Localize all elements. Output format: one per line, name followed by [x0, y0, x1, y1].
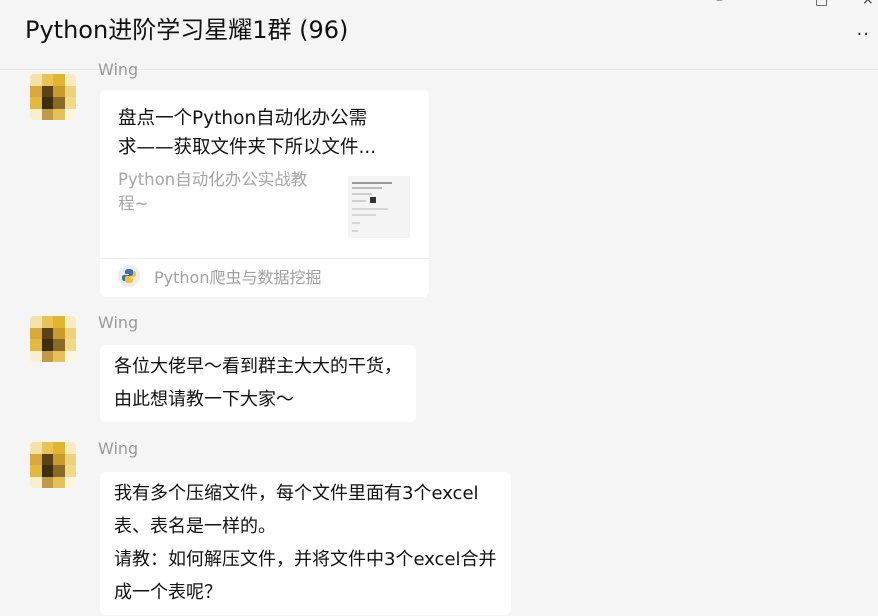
- message-text-line: 请教：如何解压文件，并将文件中3个excel合并: [114, 549, 497, 570]
- message-text-line: 各位大佬早～看到群主大大的干货，: [114, 356, 402, 377]
- card-description: Python自动化办公实战教 程~: [118, 168, 333, 216]
- card-divider: [100, 258, 429, 259]
- message-text-line: 由此想请教一下大家～: [114, 389, 294, 410]
- avatar[interactable]: [30, 74, 76, 120]
- card-title: 盘点一个Python自动化办公需 求——获取文件夹下所以文件...: [118, 104, 376, 162]
- message-text-line: 成一个表呢？: [114, 582, 222, 603]
- message-bubble[interactable]: 我有多个压缩文件，每个文件里面有3个excel 表、表名是一样的。 请教：如何解…: [100, 472, 511, 615]
- message-list[interactable]: Wing 盘点一个Python自动化办公需 求——获取文件夹下所以文件... P…: [0, 60, 878, 616]
- sender-name: Wing: [98, 439, 139, 458]
- message-text-line: 我有多个压缩文件，每个文件里面有3个excel: [114, 483, 479, 504]
- card-desc-line: Python自动化办公实战教: [118, 170, 308, 189]
- avatar[interactable]: [30, 442, 76, 488]
- message-bubble[interactable]: 各位大佬早～看到群主大大的干货， 由此想请教一下大家～: [100, 345, 416, 422]
- avatar[interactable]: [30, 316, 76, 362]
- close-button[interactable]: ×: [862, 0, 874, 8]
- minimize-button[interactable]: –: [716, 0, 723, 8]
- sender-name: Wing: [98, 60, 139, 79]
- link-card[interactable]: 盘点一个Python自动化办公需 求——获取文件夹下所以文件... Python…: [100, 90, 429, 297]
- sender-name: Wing: [98, 313, 139, 332]
- python-logo-icon: [118, 265, 140, 287]
- group-title: Python进阶学习星耀1群 (96): [25, 16, 349, 44]
- message-text-line: 表、表名是一样的。: [114, 516, 276, 537]
- card-title-line: 求——获取文件夹下所以文件...: [118, 137, 377, 158]
- more-options-icon[interactable]: ··: [857, 24, 870, 45]
- article-thumbnail: [348, 176, 410, 238]
- card-title-line: 盘点一个Python自动化办公需: [118, 108, 368, 129]
- maximize-button[interactable]: □: [815, 0, 828, 8]
- card-desc-line: 程~: [118, 194, 149, 213]
- chat-window: Python进阶学习星耀1群 (96) – □ × ·· Wing 盘点一个Py…: [0, 0, 878, 616]
- card-source-name: Python爬虫与数据挖掘: [154, 268, 322, 287]
